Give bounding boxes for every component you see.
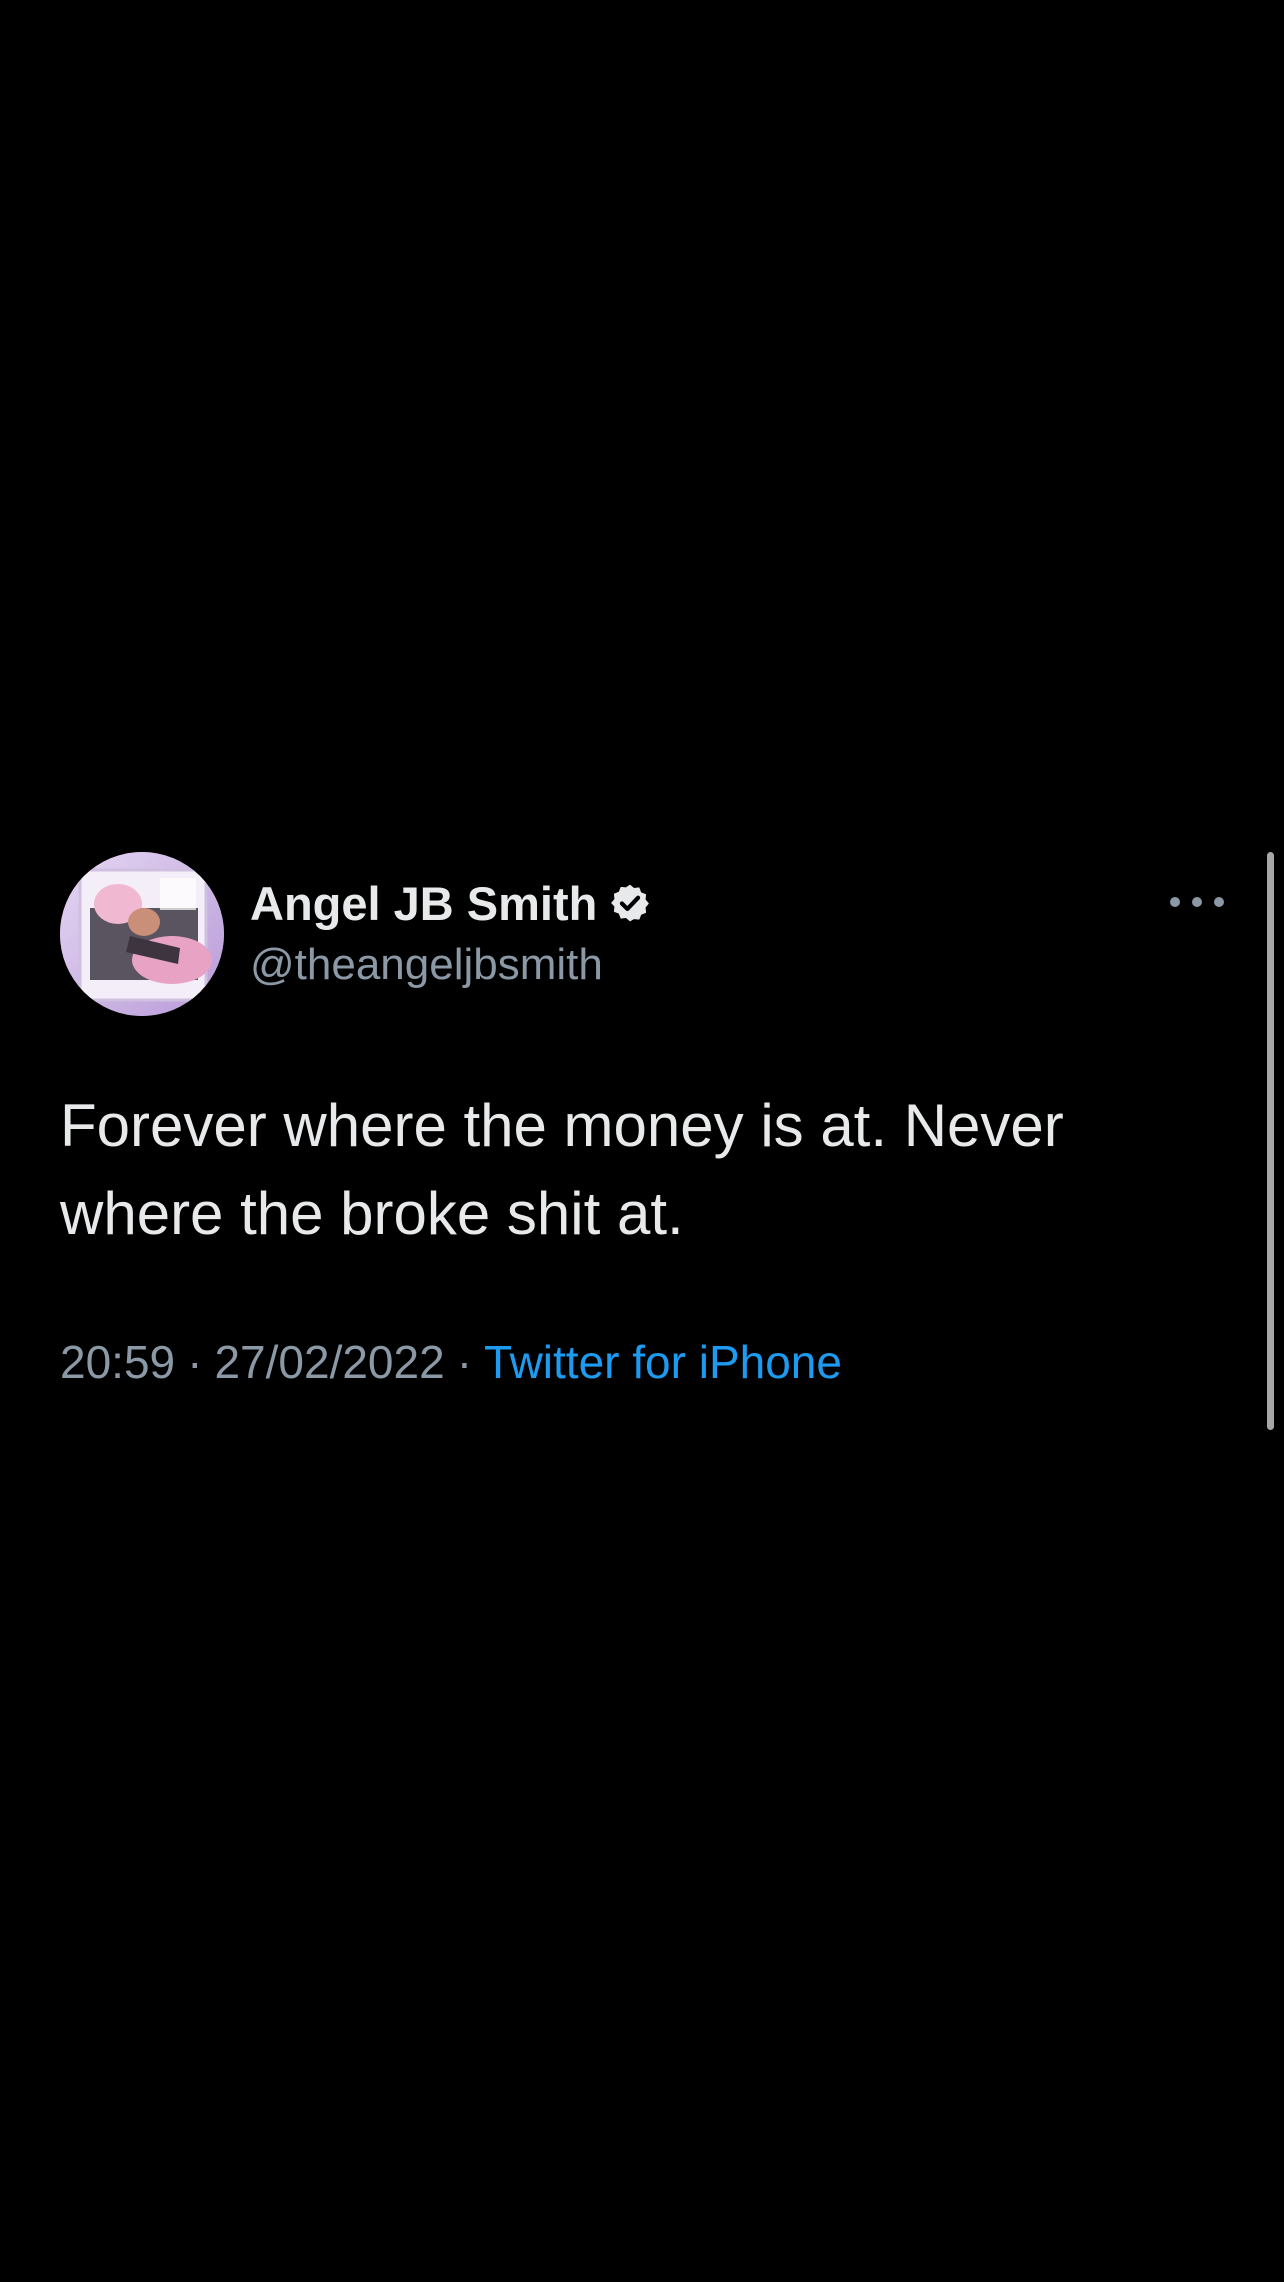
dot <box>1192 897 1202 907</box>
tweet-metadata: 20:59 · 27/02/2022 · Twitter for iPhone <box>60 1335 842 1389</box>
author-info[interactable]: Angel JB Smith @theangeljbsmith <box>250 876 1050 990</box>
dot <box>1214 897 1224 907</box>
source-link[interactable]: Twitter for iPhone <box>484 1336 842 1388</box>
separator: · <box>187 1336 203 1388</box>
more-options-icon[interactable] <box>1170 890 1224 914</box>
verified-badge-icon <box>611 884 650 922</box>
user-handle[interactable]: @theangeljbsmith <box>250 940 1050 990</box>
dot <box>1170 897 1180 907</box>
separator: · <box>456 1336 473 1388</box>
tweet-text-line-1: Forever where the money is at. Never <box>60 1092 1064 1159</box>
avatar[interactable] <box>60 852 224 1016</box>
tweet-text-line-2: where the broke shit at. <box>60 1180 684 1247</box>
tweet-detail: Angel JB Smith @theangeljbsmith Forever … <box>0 850 1284 1430</box>
tweet-date: 27/02/2022 <box>214 1336 445 1388</box>
tweet-text: Forever where the money is at. Never whe… <box>60 1082 1220 1258</box>
avatar-photo-icon <box>60 852 224 1016</box>
display-name[interactable]: Angel JB Smith <box>250 876 597 931</box>
scrollbar[interactable] <box>1267 852 1274 1430</box>
tweet-time: 20:59 <box>60 1336 176 1388</box>
